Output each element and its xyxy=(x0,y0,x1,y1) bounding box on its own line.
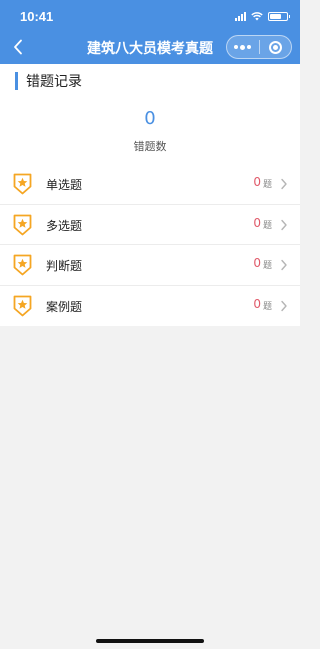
close-miniprogram-button[interactable] xyxy=(260,36,292,58)
signal-icon xyxy=(235,11,246,21)
battery-icon xyxy=(268,11,290,21)
chevron-right-icon xyxy=(281,219,287,230)
section-accent-bar xyxy=(15,72,18,90)
list-item-unit: 题 xyxy=(262,220,272,231)
list-item-count: 0 xyxy=(253,175,261,189)
list-item-count: 0 xyxy=(253,215,261,230)
chevron-right-icon xyxy=(281,259,287,271)
nav-bar: 建筑八大员模考真题 xyxy=(0,30,300,64)
header: 10:41 建筑八大员模考真题 xyxy=(0,0,300,64)
star-badge-icon xyxy=(13,254,32,276)
home-indicator[interactable] xyxy=(96,639,204,643)
more-dots-icon xyxy=(234,44,252,50)
menu-capsule xyxy=(226,35,292,59)
list-item-multiple-choice[interactable]: 多选题 0 题 xyxy=(0,205,300,245)
status-icons xyxy=(235,11,290,21)
list-item-label: 单选题 xyxy=(46,178,83,192)
list-item-unit: 题 xyxy=(262,261,272,271)
list-item-label: 多选题 xyxy=(46,218,83,233)
section-title: 错题记录 xyxy=(26,74,82,90)
chevron-right-icon xyxy=(281,300,287,311)
list-item-count: 0 xyxy=(253,296,261,311)
star-badge-icon xyxy=(13,295,32,316)
wrong-answers-panel: 错题记录 0 错题数 单选题 0 题 多选题 0 题 判断题 0 题 案例题 0… xyxy=(0,64,300,326)
wifi-icon xyxy=(251,11,263,20)
star-badge-icon xyxy=(13,173,32,195)
wrong-count-label: 错题数 xyxy=(133,140,167,153)
list-item-true-false[interactable]: 判断题 0 题 xyxy=(0,245,300,286)
list-item-case-study[interactable]: 案例题 0 题 xyxy=(0,286,300,327)
list-item-unit: 题 xyxy=(262,180,272,190)
wrong-count: 0 xyxy=(144,108,156,129)
chevron-right-icon xyxy=(281,178,287,190)
section-header: 错题记录 xyxy=(15,72,82,90)
list-item-label: 案例题 xyxy=(46,299,83,314)
list-item-count: 0 xyxy=(253,256,261,270)
list-item-unit: 题 xyxy=(262,301,272,312)
status-time: 10:41 xyxy=(20,9,54,24)
more-button[interactable] xyxy=(227,36,259,58)
star-badge-icon xyxy=(13,214,32,235)
status-bar: 10:41 xyxy=(0,0,300,30)
list-item-label: 判断题 xyxy=(46,259,83,273)
target-icon xyxy=(268,40,282,54)
list-item-single-choice[interactable]: 单选题 0 题 xyxy=(0,164,300,205)
question-type-list: 单选题 0 题 多选题 0 题 判断题 0 题 案例题 0 题 xyxy=(0,164,300,326)
